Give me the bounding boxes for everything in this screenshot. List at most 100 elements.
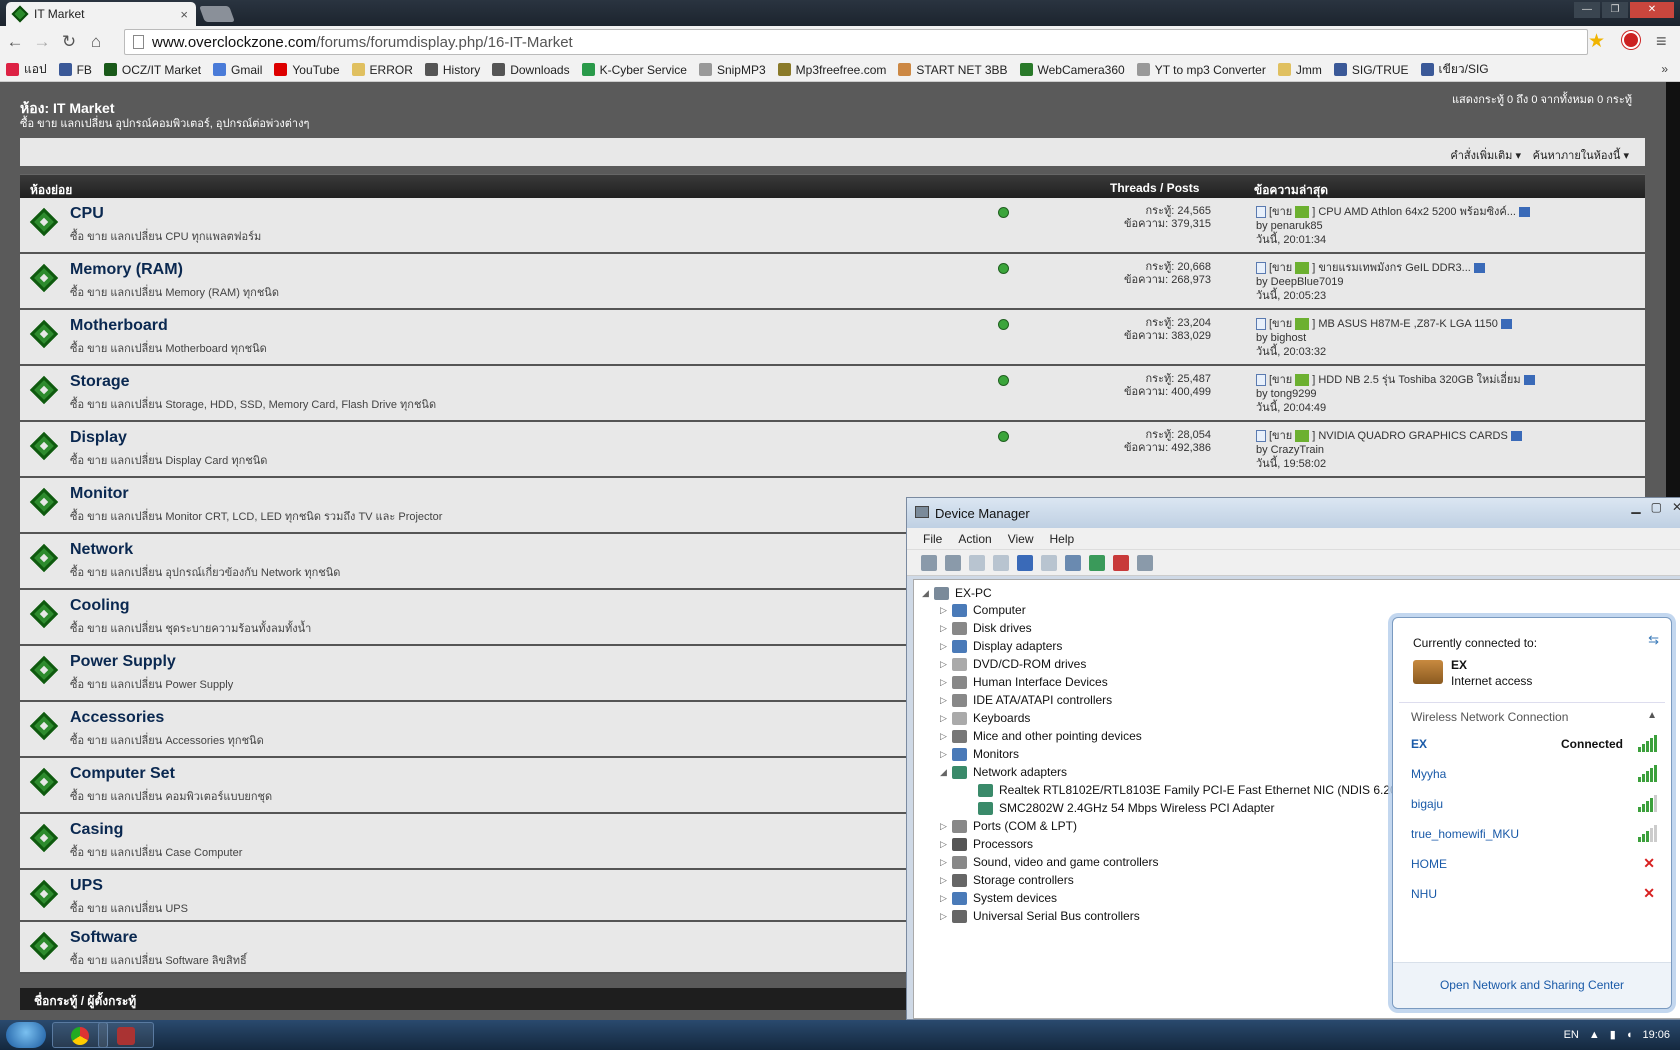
update-driver-icon[interactable] bbox=[1089, 554, 1105, 571]
subforum-name[interactable]: Power Supply bbox=[70, 653, 176, 671]
bookmark-item[interactable]: Mp3freefree.com bbox=[777, 63, 886, 77]
menu-help[interactable]: Help bbox=[1050, 532, 1075, 546]
last-post-title[interactable]: ] NVIDIA QUADRO GRAPHICS CARDS bbox=[1312, 430, 1508, 442]
subforum-name[interactable]: Cooling bbox=[70, 597, 130, 615]
subforum-name[interactable]: UPS bbox=[70, 877, 103, 895]
expand-arrow-icon[interactable]: ▷ bbox=[940, 659, 952, 670]
subforum-name[interactable]: Memory (RAM) bbox=[70, 261, 183, 279]
subforum-name[interactable]: Software bbox=[70, 929, 138, 947]
tree-category[interactable]: ▷ Universal Serial Bus controllers bbox=[940, 909, 1140, 923]
new-tab-button[interactable] bbox=[199, 6, 235, 22]
tree-category[interactable]: ▷ Keyboards bbox=[940, 711, 1030, 725]
go-to-post-icon[interactable] bbox=[1473, 263, 1485, 274]
bookmark-item[interactable]: START NET 3BB bbox=[898, 63, 1008, 77]
subforum-name[interactable]: CPU bbox=[70, 205, 104, 223]
tree-category[interactable]: ▷ Sound, video and game controllers bbox=[940, 855, 1158, 869]
subforum-row[interactable]: Motherboard ซื้อ ขาย แลกเปลี่ยน Motherboa… bbox=[20, 310, 1645, 366]
go-to-post-icon[interactable] bbox=[1518, 207, 1530, 218]
forward-arrow-icon[interactable]: → bbox=[30, 30, 54, 54]
home-icon[interactable]: ⌂ bbox=[84, 30, 108, 54]
rss-status-icon[interactable] bbox=[998, 263, 1009, 274]
tree-device[interactable]: Realtek RTL8102E/RTL8103E Family PCI-E F… bbox=[966, 783, 1401, 797]
address-bar[interactable]: www.overclockzone.com/forums/forumdispla… bbox=[124, 29, 1588, 55]
subforum-name[interactable]: Storage bbox=[70, 373, 130, 391]
view-icon[interactable] bbox=[1041, 554, 1057, 571]
wifi-network-name[interactable]: HOME bbox=[1411, 857, 1447, 871]
bookmark-item[interactable]: YT to mp3 Converter bbox=[1136, 63, 1266, 77]
tree-category[interactable]: ▷ Computer bbox=[940, 603, 1026, 617]
tree-root[interactable]: ◢ EX-PC bbox=[922, 586, 992, 600]
expand-arrow-icon[interactable]: ▷ bbox=[940, 749, 952, 760]
subforum-name[interactable]: Display bbox=[70, 429, 127, 447]
rss-status-icon[interactable] bbox=[998, 375, 1009, 386]
tree-category[interactable]: ▷ Human Interface Devices bbox=[940, 675, 1108, 689]
wifi-network-name[interactable]: true_homewifi_MKU bbox=[1411, 827, 1519, 841]
expand-arrow-icon[interactable]: ▷ bbox=[940, 839, 952, 850]
bookmark-item[interactable]: Downloads bbox=[492, 63, 570, 77]
last-post-author[interactable]: by DeepBlue7019 bbox=[1256, 275, 1485, 289]
subforum-name[interactable]: Network bbox=[70, 541, 133, 559]
subforum-row[interactable]: Display ซื้อ ขาย แลกเปลี่ยน Display Card … bbox=[20, 422, 1645, 478]
clock[interactable]: 19:06 bbox=[1642, 1029, 1670, 1041]
expand-arrow-icon[interactable]: ▷ bbox=[940, 731, 952, 742]
back-icon[interactable] bbox=[921, 554, 937, 571]
help-icon[interactable] bbox=[1017, 554, 1033, 571]
tree-category[interactable]: ▷ Monitors bbox=[940, 747, 1019, 761]
uninstall-icon[interactable] bbox=[1113, 554, 1129, 571]
dm-maximize-button[interactable]: ▢ bbox=[1651, 500, 1662, 514]
go-to-post-icon[interactable] bbox=[1500, 319, 1512, 330]
tree-category[interactable]: ▷ Display adapters bbox=[940, 639, 1062, 653]
reload-icon[interactable]: ↻ bbox=[57, 30, 81, 54]
last-post-title[interactable]: ] CPU AMD Athlon 64x2 5200 พร้อมซิงค์... bbox=[1312, 206, 1516, 218]
bookmark-item[interactable]: K-Cyber Service bbox=[581, 63, 687, 77]
subforum-name[interactable]: Accessories bbox=[70, 709, 164, 727]
expand-arrow-icon[interactable]: ▷ bbox=[940, 695, 952, 706]
bookmark-item[interactable]: History bbox=[424, 63, 480, 77]
bookmark-star-icon[interactable]: ★ bbox=[1588, 30, 1605, 53]
expand-arrow-icon[interactable]: ▷ bbox=[940, 641, 952, 652]
subforum-row[interactable]: Storage ซื้อ ขาย แลกเปลี่ยน Storage, HDD,… bbox=[20, 366, 1645, 422]
extension-icon[interactable] bbox=[1622, 31, 1640, 49]
bookmark-item[interactable]: เขียว/SIG bbox=[1420, 60, 1489, 79]
expand-arrow-icon[interactable]: ▷ bbox=[940, 875, 952, 886]
show-hide-tree-icon[interactable] bbox=[969, 554, 985, 571]
subforum-name[interactable]: Monitor bbox=[70, 485, 129, 503]
collapse-caret-icon[interactable]: ▲ bbox=[1647, 710, 1657, 721]
expand-arrow-icon[interactable]: ▷ bbox=[940, 713, 952, 724]
expand-arrow-icon[interactable]: ▷ bbox=[940, 821, 952, 832]
tree-category[interactable]: ▷ DVD/CD-ROM drives bbox=[940, 657, 1086, 671]
refresh-icon[interactable]: ⇆ bbox=[1648, 632, 1659, 648]
expand-arrow-icon[interactable]: ▷ bbox=[940, 893, 952, 904]
wifi-network-name[interactable]: bigaju bbox=[1411, 797, 1443, 811]
tab-it-market[interactable]: IT Market × bbox=[6, 2, 196, 26]
tree-category[interactable]: ▷ Storage controllers bbox=[940, 873, 1074, 887]
last-post-author[interactable]: by CrazyTrain bbox=[1256, 443, 1522, 457]
tree-category[interactable]: ▷ Ports (COM & LPT) bbox=[940, 819, 1077, 833]
start-button[interactable] bbox=[6, 1022, 46, 1048]
bookmark-item[interactable]: ERROR bbox=[351, 63, 413, 77]
menu-view[interactable]: View bbox=[1008, 532, 1034, 546]
forward-icon[interactable] bbox=[945, 554, 961, 571]
tree-category[interactable]: ▷ Disk drives bbox=[940, 621, 1032, 635]
bookmark-item[interactable]: แอป bbox=[6, 60, 47, 79]
bookmark-item[interactable]: Gmail bbox=[213, 63, 262, 77]
go-to-post-icon[interactable] bbox=[1510, 431, 1522, 442]
tree-category[interactable]: ▷ IDE ATA/ATAPI controllers bbox=[940, 693, 1112, 707]
scan-hardware-icon[interactable] bbox=[1065, 554, 1081, 571]
go-to-post-icon[interactable] bbox=[1523, 375, 1535, 386]
dm-close-button[interactable]: ✕ bbox=[1672, 500, 1680, 514]
wifi-network-name[interactable]: Myyha bbox=[1411, 767, 1446, 781]
last-post-author[interactable]: by bighost bbox=[1256, 331, 1512, 345]
search-forum-dropdown[interactable]: ค้นหาภายในห้องนี้ ▾ bbox=[1533, 146, 1629, 164]
bookmark-item[interactable]: WebCamera360 bbox=[1019, 63, 1125, 77]
wifi-network-name[interactable]: NHU bbox=[1411, 887, 1437, 901]
collapse-arrow-icon[interactable]: ◢ bbox=[922, 588, 934, 599]
rss-status-icon[interactable] bbox=[998, 431, 1009, 442]
subforum-row[interactable]: Memory (RAM) ซื้อ ขาย แลกเปลี่ยน Memory (… bbox=[20, 254, 1645, 310]
device-manager-titlebar[interactable]: Device Manager ▁ ▢ ✕ bbox=[907, 498, 1680, 528]
expand-arrow-icon[interactable]: ▷ bbox=[940, 605, 952, 616]
bookmarks-overflow-icon[interactable]: » bbox=[1661, 62, 1668, 76]
disable-icon[interactable] bbox=[1137, 554, 1153, 571]
subforum-name[interactable]: Computer Set bbox=[70, 765, 175, 783]
tray-arrow-icon[interactable]: ▲ bbox=[1589, 1029, 1600, 1041]
